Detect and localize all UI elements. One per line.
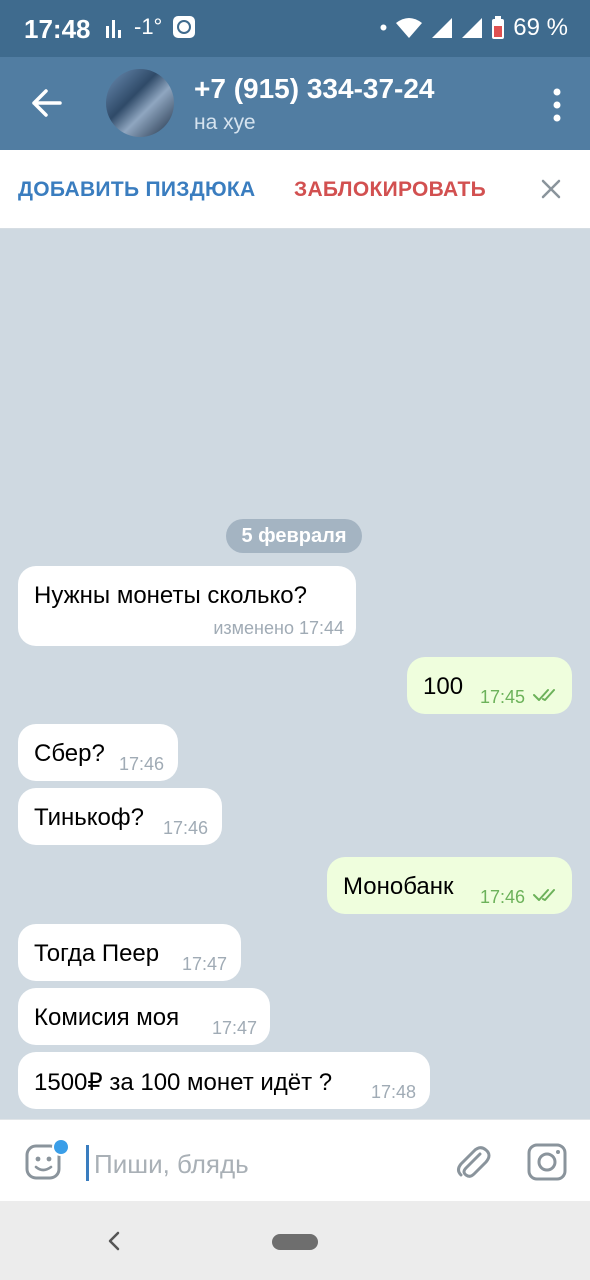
message-text: Нужны монеты сколько? <box>34 582 307 609</box>
message-bubble[interactable]: 100 17:45 <box>407 657 572 714</box>
double-check-icon <box>533 689 555 701</box>
message-bubble[interactable]: Сбер? 17:46 <box>18 724 178 781</box>
message-time: 17:48 <box>371 1082 417 1102</box>
message-text: 100 <box>423 673 464 700</box>
dot-icon: • <box>379 15 388 40</box>
message-time: 17:46 <box>480 887 526 907</box>
camera-icon[interactable] <box>526 1142 568 1182</box>
status-time: 17:48 <box>24 14 91 44</box>
close-icon[interactable] <box>540 178 562 200</box>
avatar[interactable] <box>106 69 174 137</box>
chat-subtitle: на хуе <box>194 111 256 134</box>
status-bar: 17:48 -1° • 69 % <box>0 0 590 57</box>
message-bubble[interactable]: Нужны монеты сколько? изменено 17:44 <box>18 566 356 646</box>
message-bubble[interactable]: Комисия моя 17:47 <box>18 988 270 1045</box>
battery-percent: 69 % <box>513 14 568 41</box>
cell-signal-icon <box>432 18 453 38</box>
chat-area: 5 февраля Нужны монеты сколько? изменено… <box>0 229 590 1119</box>
battery-icon <box>492 16 505 39</box>
message-time: 17:47 <box>182 954 228 974</box>
nav-back-icon[interactable] <box>104 1229 124 1253</box>
message-input[interactable] <box>92 1140 426 1188</box>
message-text: Тогда Пеер <box>34 940 160 967</box>
more-vert-icon[interactable] <box>552 87 562 123</box>
message-text: 1500₽ за 100 монет идёт ? <box>34 1069 333 1096</box>
message-text: Сбер? <box>34 740 105 767</box>
message-composer <box>0 1119 590 1202</box>
message-time: 17:47 <box>212 1018 258 1038</box>
block-button[interactable]: ЗАБЛОКИРОВАТЬ <box>294 178 486 202</box>
notification-app-icon <box>173 16 196 38</box>
attach-icon[interactable] <box>452 1142 492 1182</box>
chat-title[interactable]: +7 (915) 334-37-24 <box>194 73 435 105</box>
message-text: Тинькоф? <box>34 804 144 831</box>
text-cursor <box>86 1145 89 1181</box>
nav-home-pill[interactable] <box>272 1234 318 1250</box>
message-bubble[interactable]: Тинькоф? 17:46 <box>18 788 222 845</box>
message-time: 17:45 <box>480 687 526 707</box>
message-time: изменено 17:44 <box>213 618 344 638</box>
double-check-icon <box>533 889 555 901</box>
message-bubble[interactable]: Тогда Пеер 17:47 <box>18 924 241 981</box>
date-separator: 5 февраля <box>226 519 362 553</box>
cell-signal-2-icon <box>462 18 483 38</box>
message-bubble[interactable]: 1500₽ за 100 монет идёт ? 17:48 <box>18 1052 430 1109</box>
message-bubble[interactable]: Монобанк 17:46 <box>327 857 572 914</box>
message-time: 17:46 <box>119 754 165 774</box>
message-time: 17:46 <box>163 818 209 838</box>
temperature-text: -1° <box>134 14 163 39</box>
signal-bars-icon <box>106 20 121 38</box>
message-text: Монобанк <box>343 873 454 900</box>
wifi-icon <box>396 18 423 38</box>
chat-header: +7 (915) 334-37-24 на хуе <box>0 57 590 150</box>
message-text: Комисия моя <box>34 1004 180 1031</box>
back-arrow-icon[interactable] <box>28 83 64 123</box>
notification-dot <box>52 1138 70 1156</box>
action-bar: ДОБАВИТЬ ПИЗДЮКА ЗАБЛОКИРОВАТЬ <box>0 150 590 229</box>
system-nav-bar <box>0 1201 590 1280</box>
add-contact-button[interactable]: ДОБАВИТЬ ПИЗДЮКА <box>18 178 256 202</box>
